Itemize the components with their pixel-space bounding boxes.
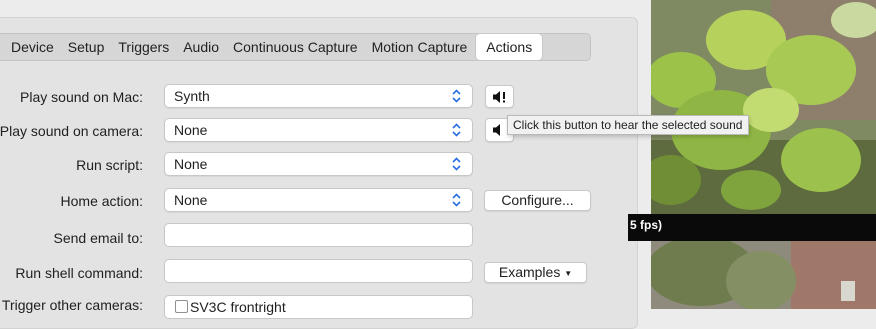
play-sound-mac-select[interactable]: Synth — [164, 84, 473, 108]
video-fps-text: 5 fps) — [630, 218, 663, 232]
run-shell-field[interactable] — [164, 259, 473, 283]
run-script-label: Run script: — [76, 157, 143, 173]
chevron-updown-icon — [452, 193, 461, 207]
chevron-updown-icon — [452, 89, 461, 103]
trigger-camera-name: SV3C frontright — [190, 299, 286, 315]
run-script-value: None — [174, 156, 208, 172]
run-script-select[interactable]: None — [164, 152, 473, 176]
chevron-down-icon: ▼ — [564, 269, 573, 278]
play-sound-camera-value: None — [174, 122, 208, 138]
examples-button[interactable]: Examples ▼ — [484, 262, 587, 283]
video-status-bar: 5 fps) — [628, 214, 876, 241]
home-action-value: None — [174, 192, 208, 208]
run-shell-label: Run shell command: — [15, 265, 143, 281]
camera-video-preview — [651, 0, 876, 214]
play-sound-camera-select[interactable]: None — [164, 118, 473, 142]
play-sound-camera-label: Play sound on camera: — [0, 123, 143, 139]
camera-image-building — [651, 241, 876, 309]
tab-triggers[interactable]: Triggers — [111, 34, 176, 60]
tab-setup[interactable]: Setup — [61, 34, 112, 60]
examples-label: Examples — [498, 264, 561, 280]
tab-audio[interactable]: Audio — [176, 34, 226, 60]
tab-motion-capture[interactable]: Motion Capture — [365, 34, 475, 60]
home-action-select[interactable]: None — [164, 188, 473, 212]
tab-continuous-capture[interactable]: Continuous Capture — [226, 34, 365, 60]
play-sound-mac-value: Synth — [174, 88, 210, 104]
speaker-alert-icon — [492, 91, 505, 103]
trigger-cameras-label: Trigger other cameras: — [1, 297, 143, 313]
trigger-camera-checkbox[interactable] — [175, 300, 188, 313]
tab-device[interactable]: Device — [0, 34, 61, 60]
trigger-cameras-list: SV3C frontright — [164, 295, 473, 319]
camera-video-preview-secondary — [651, 241, 876, 309]
sound-button-tooltip: Click this button to hear the selected s… — [507, 115, 749, 135]
chevron-updown-icon — [452, 157, 461, 171]
play-sound-mac-button[interactable] — [485, 85, 514, 108]
camera-image-foliage — [651, 0, 876, 214]
tab-bar: Device Setup Triggers Audio Continuous C… — [0, 33, 591, 61]
tab-actions[interactable]: Actions — [476, 34, 543, 60]
home-action-label: Home action: — [60, 193, 143, 209]
configure-button[interactable]: Configure... — [484, 190, 591, 211]
play-sound-mac-label: Play sound on Mac: — [20, 89, 143, 105]
send-email-label: Send email to: — [53, 230, 144, 246]
chevron-updown-icon — [452, 123, 461, 137]
send-email-field[interactable] — [164, 223, 473, 247]
